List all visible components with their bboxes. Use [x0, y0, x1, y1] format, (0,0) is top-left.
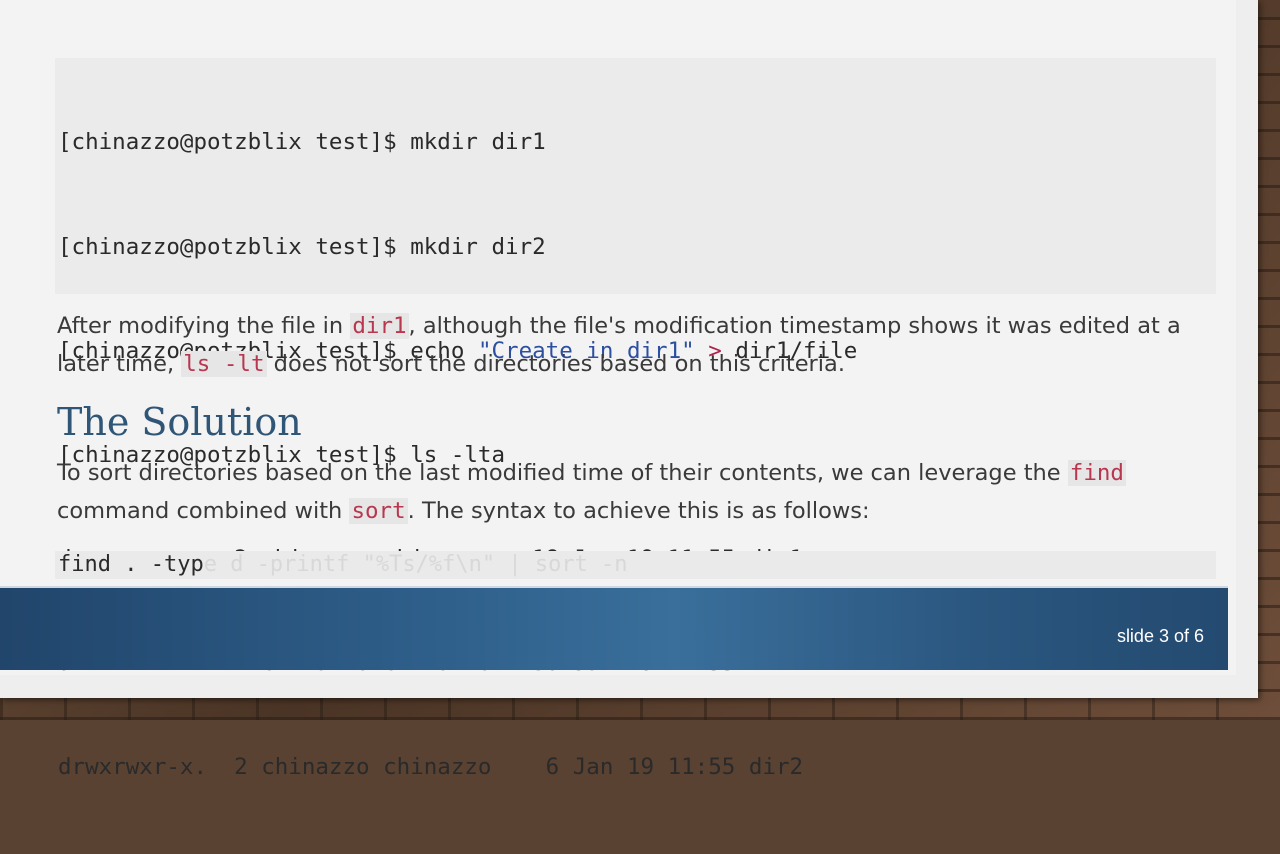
paragraph-text: After modifying the file in	[57, 313, 351, 339]
inline-code: dir1	[350, 313, 409, 339]
paragraph-text: command combined with	[57, 498, 350, 524]
slide-frame: [chinazzo@potzblix test]$ mkdir dir1 [ch…	[0, 0, 1258, 780]
paragraph-solution: To sort directories based on the last mo…	[57, 454, 1207, 530]
inline-code: ls -lt	[181, 351, 267, 377]
terminal-line: [chinazzo@potzblix test]$ mkdir dir1	[58, 125, 857, 160]
slide: [chinazzo@potzblix test]$ mkdir dir1 [ch…	[0, 0, 1236, 780]
prompt: [chinazzo@potzblix test]$	[58, 129, 411, 156]
inline-code: find	[1067, 460, 1126, 486]
command-visible-text: find . -typ	[58, 552, 204, 577]
paragraph-text: does not sort the directories based on t…	[266, 351, 845, 377]
command-faded-text: e d -printf "%Ts/%f\n" | sort -n	[203, 552, 628, 577]
command-text: mkdir dir1	[410, 129, 546, 156]
paragraph-explanation: After modifying the file in dir1, althou…	[57, 307, 1207, 383]
prompt: [chinazzo@potzblix test]$	[58, 233, 411, 260]
terminal-output-line: drwxrwxr-x. 2 chinazzo chinazzo 6 Jan 19…	[58, 753, 804, 780]
section-heading: The Solution	[57, 400, 302, 444]
command-text: mkdir dir2	[410, 233, 546, 260]
paragraph-text: To sort directories based on the last mo…	[57, 460, 1068, 486]
footer-bar: slide 3 of 6	[0, 588, 1228, 670]
command-line: find . -type d -printf "%Ts/%f\n" | sort…	[58, 551, 628, 579]
inline-code: sort	[349, 498, 408, 524]
terminal-line: [chinazzo@potzblix test]$ mkdir dir2	[58, 230, 857, 265]
paragraph-text: . The syntax to achieve this is as follo…	[407, 498, 870, 524]
slide-counter: slide 3 of 6	[1116, 626, 1204, 646]
